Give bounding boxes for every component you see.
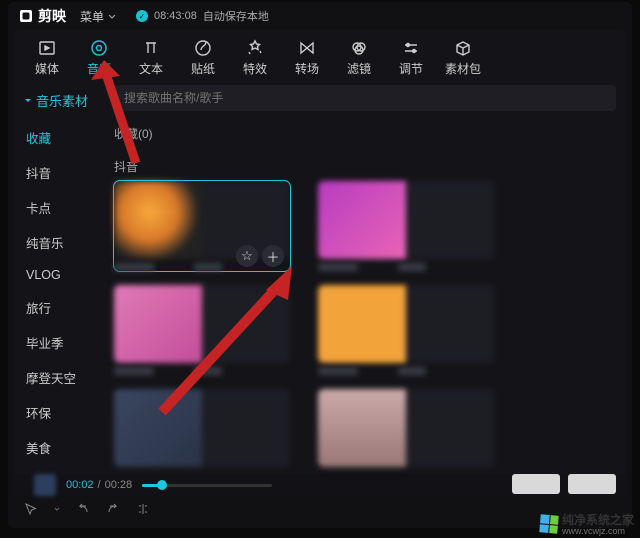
tab-effect[interactable]: 特效	[232, 38, 278, 77]
action-button-2[interactable]	[568, 474, 616, 494]
toolbar-tabs: 媒体 音频 文本 贴纸 特效 转场 滤镜 调节 素材包	[14, 30, 626, 81]
search-input[interactable]	[114, 85, 616, 111]
pack-icon	[454, 38, 472, 58]
music-card[interactable]	[114, 389, 290, 467]
tab-sticker[interactable]: 贴纸	[180, 38, 226, 77]
titlebar: 剪映 菜单 ✓ 08:43:08 自动保存本地	[8, 2, 632, 30]
section-douyin-title: 抖音	[114, 158, 616, 175]
music-card[interactable]	[318, 285, 494, 375]
sidebar-heading[interactable]: 音乐素材	[22, 85, 106, 120]
undo-icon[interactable]	[76, 502, 90, 519]
filter-icon	[350, 38, 368, 58]
music-card[interactable]	[318, 181, 494, 271]
sidebar-item-fav[interactable]: 收藏	[22, 120, 106, 155]
sidebar-item-douyin[interactable]: 抖音	[22, 155, 106, 190]
playback-time: 00:02/00:28	[66, 479, 132, 491]
sidebar-item-pure[interactable]: 纯音乐	[22, 225, 106, 260]
tab-adjust[interactable]: 调节	[388, 38, 434, 77]
progress-bar[interactable]	[142, 484, 272, 487]
sidebar-item-eco[interactable]: 环保	[22, 395, 106, 430]
bottom-toolbar	[14, 498, 150, 522]
star-icon[interactable]: ☆	[236, 245, 258, 267]
music-grid-row2	[114, 285, 616, 375]
watermark-logo-icon	[539, 514, 559, 534]
effect-icon	[246, 38, 264, 58]
check-circle-icon: ✓	[136, 10, 148, 22]
tab-media[interactable]: 媒体	[24, 38, 70, 77]
sticker-icon	[194, 38, 212, 58]
section-fav-title: 收藏(0)	[114, 125, 616, 142]
audio-icon	[90, 38, 108, 58]
main-panel: 媒体 音频 文本 贴纸 特效 转场 滤镜 调节 素材包 音乐素材 收藏 抖音 卡…	[14, 30, 626, 492]
sidebar-item-kadian[interactable]: 卡点	[22, 190, 106, 225]
autosave-indicator: ✓ 08:43:08 自动保存本地	[136, 8, 269, 24]
sidebar-item-vlog[interactable]: VLOG	[22, 260, 106, 290]
watermark: 纯净系统之家 www.vcwjz.com	[540, 511, 634, 536]
tab-audio[interactable]: 音频	[76, 38, 122, 77]
content-area: 收藏(0) 抖音 ☆ ＋	[106, 81, 626, 492]
sidebar-item-grad[interactable]: 毕业季	[22, 325, 106, 360]
redo-icon[interactable]	[106, 502, 120, 519]
plus-icon[interactable]: ＋	[262, 245, 284, 267]
tab-transition[interactable]: 转场	[284, 38, 330, 77]
text-icon	[142, 38, 160, 58]
split-icon[interactable]	[136, 502, 150, 519]
app-name: 剪映	[38, 6, 66, 26]
tab-filter[interactable]: 滤镜	[336, 38, 382, 77]
music-card[interactable]	[318, 389, 494, 467]
sidebar-item-modern[interactable]: 摩登天空	[22, 360, 106, 395]
action-buttons	[512, 474, 616, 494]
music-grid-row1: ☆ ＋	[114, 181, 616, 271]
tab-pack[interactable]: 素材包	[440, 38, 486, 77]
action-button-1[interactable]	[512, 474, 560, 494]
sidebar-item-food[interactable]: 美食	[22, 430, 106, 465]
tab-text[interactable]: 文本	[128, 38, 174, 77]
music-grid-row3	[114, 389, 616, 467]
mini-thumb	[34, 474, 56, 496]
transition-icon	[298, 38, 316, 58]
sidebar-item-travel[interactable]: 旅行	[22, 290, 106, 325]
search-bar	[114, 85, 616, 111]
chevron-down-icon	[108, 14, 116, 19]
music-card[interactable]: ☆ ＋	[114, 181, 290, 271]
menu-dropdown[interactable]: 菜单	[80, 8, 116, 25]
caret-down-icon	[24, 97, 32, 105]
app-logo: 剪映	[18, 6, 66, 26]
app-window: 剪映 菜单 ✓ 08:43:08 自动保存本地 媒体 音频 文本 贴纸 特效 转…	[8, 2, 632, 528]
sidebar: 音乐素材 收藏 抖音 卡点 纯音乐 VLOG 旅行 毕业季 摩登天空 环保 美食…	[14, 81, 106, 492]
media-icon	[38, 38, 56, 58]
chevron-down-icon	[54, 507, 60, 513]
adjust-icon	[402, 38, 420, 58]
music-card[interactable]	[114, 285, 290, 375]
cursor-tool-icon[interactable]	[24, 502, 38, 519]
panel-body: 音乐素材 收藏 抖音 卡点 纯音乐 VLOG 旅行 毕业季 摩登天空 环保 美食…	[14, 81, 626, 492]
progress-knob[interactable]	[157, 480, 167, 490]
